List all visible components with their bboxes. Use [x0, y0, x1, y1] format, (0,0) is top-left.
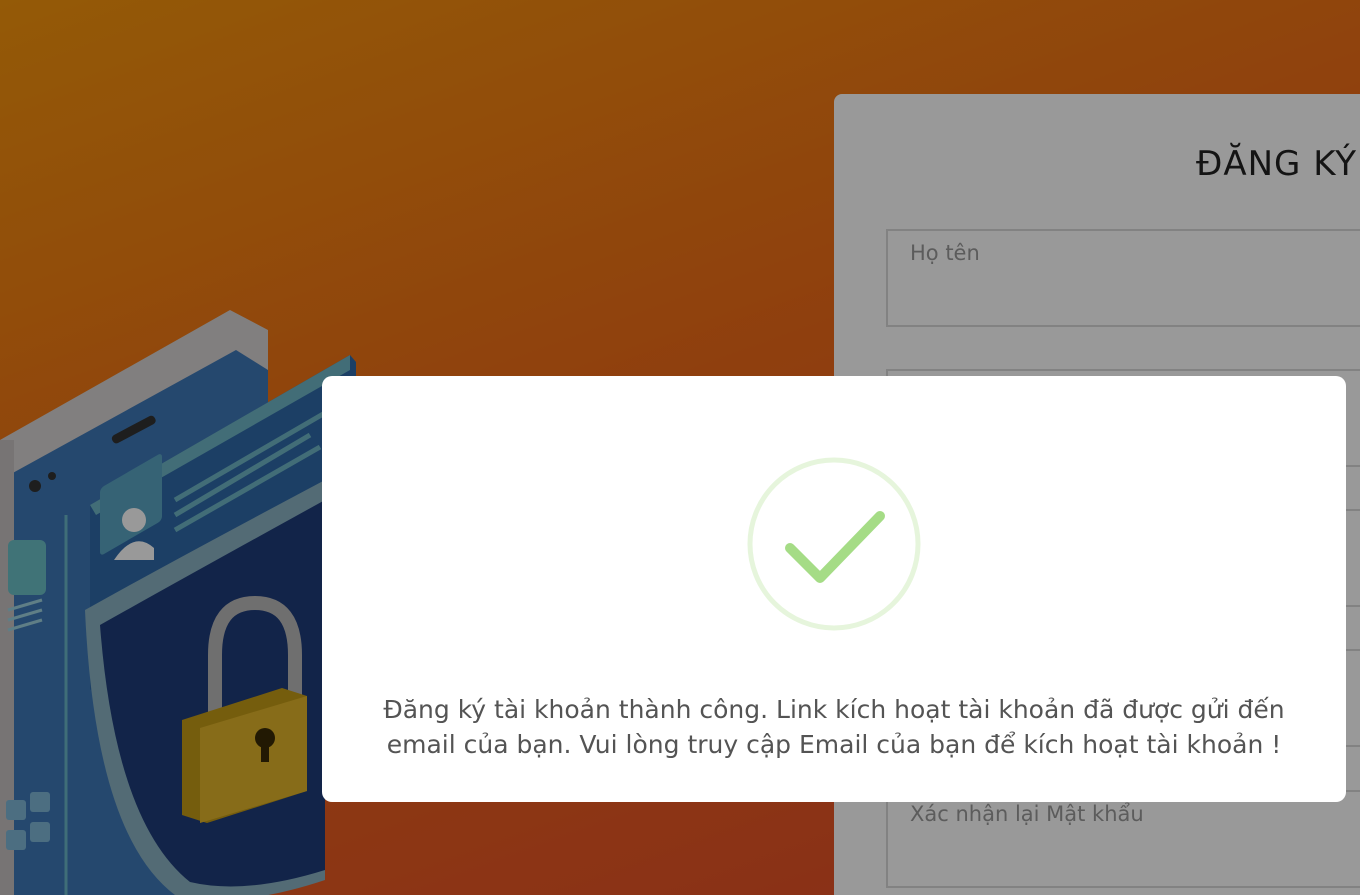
- success-modal: Đăng ký tài khoản thành công. Link kích …: [322, 376, 1346, 802]
- success-message: Đăng ký tài khoản thành công. Link kích …: [383, 695, 1285, 759]
- success-check-icon: [747, 457, 921, 631]
- page: ĐĂNG KÝ Họ tên Xác nhận lại Mật khẩu Đăn…: [0, 0, 1360, 895]
